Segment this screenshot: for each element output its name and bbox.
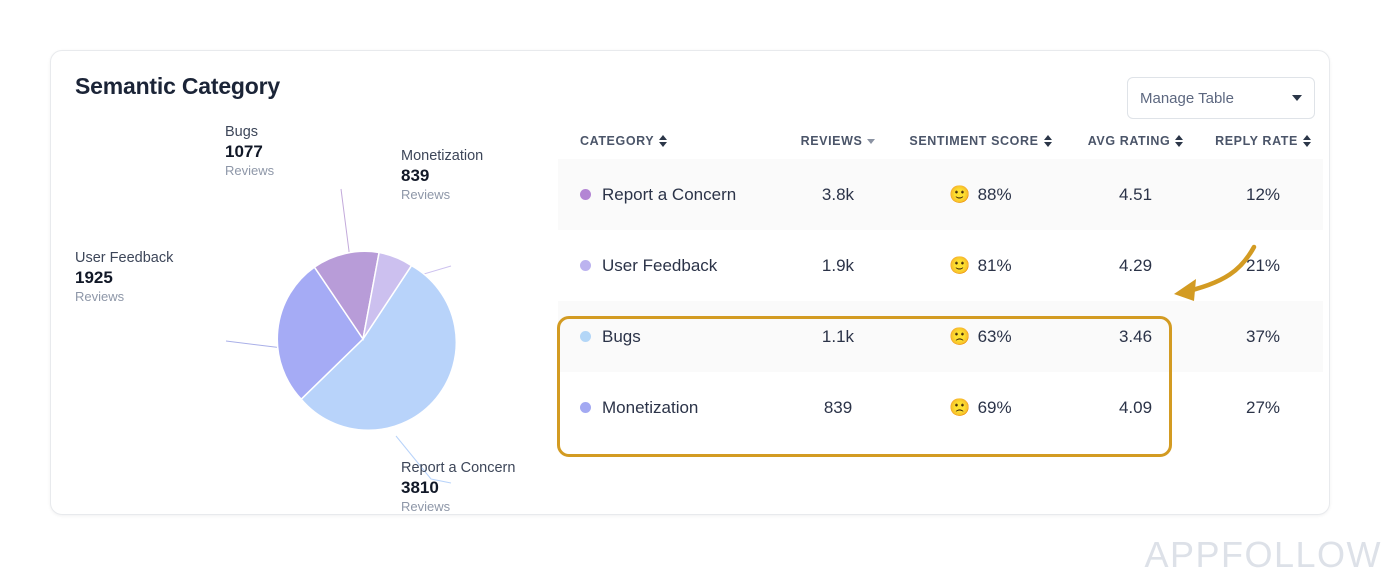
slightly-smiling-face-icon: 🙂: [949, 257, 970, 274]
sort-toggle-icon[interactable]: [1303, 135, 1311, 147]
avg-rating-value: 4.29: [1072, 256, 1199, 276]
page-title: Semantic Category: [75, 73, 280, 100]
pie-label-monetization-unit: Reviews: [401, 186, 483, 203]
table-row[interactable]: Report a Concern 3.8k 🙂 88% 4.51 12%: [558, 159, 1323, 230]
sort-descending-icon[interactable]: [867, 139, 875, 144]
pie-label-monetization-value: 839: [401, 165, 483, 186]
semantic-category-card: Semantic Category Manage Table: [50, 50, 1330, 515]
cell-avg-rating: 4.29: [1068, 256, 1203, 276]
pie-label-user-feedback-name: User Feedback: [75, 249, 173, 267]
pie-chart-svg: [51, 111, 561, 511]
reviews-value: 839: [787, 398, 889, 418]
reviews-value: 1.1k: [787, 327, 889, 347]
category-color-dot: [580, 331, 591, 342]
cell-sentiment-score: 🙁 63%: [893, 327, 1068, 347]
cell-sentiment-score: 🙂 88%: [893, 185, 1068, 205]
slightly-frowning-face-icon: 🙁: [949, 399, 970, 416]
cell-category: Report a Concern: [558, 185, 783, 205]
cell-avg-rating: 4.09: [1068, 398, 1203, 418]
cell-reply-rate: 37%: [1203, 327, 1323, 347]
table-header-row: CATEGORY REVIEWS SENTIMENT SCORE AVG RAT…: [558, 123, 1323, 159]
category-name: Bugs: [602, 327, 641, 347]
column-header-category-label: CATEGORY: [580, 134, 654, 148]
cell-avg-rating: 3.46: [1068, 327, 1203, 347]
sort-toggle-icon[interactable]: [1044, 135, 1052, 147]
avg-rating-value: 3.46: [1072, 327, 1199, 347]
cell-reply-rate: 21%: [1203, 256, 1323, 276]
avg-rating-value: 4.51: [1072, 185, 1199, 205]
sentiment-score-value: 81%: [978, 256, 1012, 276]
slightly-frowning-face-icon: 🙁: [949, 328, 970, 345]
pie-label-user-feedback-unit: Reviews: [75, 288, 173, 305]
column-header-avg-rating[interactable]: AVG RATING: [1068, 134, 1203, 148]
reviews-value: 3.8k: [787, 185, 889, 205]
cell-reply-rate: 12%: [1203, 185, 1323, 205]
cell-category: User Feedback: [558, 256, 783, 276]
reply-rate-value: 37%: [1207, 327, 1319, 347]
cell-sentiment-score: 🙁 69%: [893, 398, 1068, 418]
pie-label-report-a-concern-value: 3810: [401, 477, 515, 498]
pie-slices: [277, 251, 456, 430]
semantic-category-table: CATEGORY REVIEWS SENTIMENT SCORE AVG RAT…: [558, 123, 1323, 443]
column-header-category[interactable]: CATEGORY: [558, 134, 783, 148]
column-header-reply-rate-label: REPLY RATE: [1215, 134, 1298, 148]
pie-label-bugs-unit: Reviews: [225, 162, 274, 179]
cell-category: Bugs: [558, 327, 783, 347]
pie-label-monetization-name: Monetization: [401, 147, 483, 165]
category-name: Monetization: [602, 398, 698, 418]
sentiment-score-value: 63%: [978, 327, 1012, 347]
reviews-value: 1.9k: [787, 256, 889, 276]
appfollow-watermark: APPFOLLOW: [1144, 534, 1382, 576]
pie-label-bugs-name: Bugs: [225, 123, 274, 141]
chevron-down-icon: [1292, 95, 1302, 101]
table-row[interactable]: Monetization 839 🙁 69% 4.09 27%: [558, 372, 1323, 443]
sort-toggle-icon[interactable]: [659, 135, 667, 147]
slightly-smiling-face-icon: 🙂: [949, 186, 970, 203]
column-header-sentiment-score[interactable]: SENTIMENT SCORE: [893, 134, 1068, 148]
column-header-reviews[interactable]: REVIEWS: [783, 134, 893, 148]
pie-label-report-a-concern-name: Report a Concern: [401, 459, 515, 477]
cell-reviews: 839: [783, 398, 893, 418]
manage-table-label: Manage Table: [1140, 90, 1292, 107]
semantic-category-pie-chart: Bugs 1077 Reviews Monetization 839 Revie…: [51, 111, 561, 511]
category-name: Report a Concern: [602, 185, 736, 205]
pie-label-bugs: Bugs 1077 Reviews: [225, 123, 274, 179]
reply-rate-value: 27%: [1207, 398, 1319, 418]
sentiment-score-value: 69%: [978, 398, 1012, 418]
pie-label-user-feedback-value: 1925: [75, 267, 173, 288]
column-header-sentiment-score-label: SENTIMENT SCORE: [909, 134, 1038, 148]
pie-label-user-feedback: User Feedback 1925 Reviews: [75, 249, 173, 305]
pie-label-report-a-concern-unit: Reviews: [401, 498, 515, 515]
category-name: User Feedback: [602, 256, 717, 276]
category-color-dot: [580, 189, 591, 200]
cell-reply-rate: 27%: [1203, 398, 1323, 418]
manage-table-dropdown[interactable]: Manage Table: [1127, 77, 1315, 119]
cell-reviews: 1.1k: [783, 327, 893, 347]
cell-avg-rating: 4.51: [1068, 185, 1203, 205]
table-row[interactable]: User Feedback 1.9k 🙂 81% 4.29 21%: [558, 230, 1323, 301]
column-header-reviews-label: REVIEWS: [801, 134, 863, 148]
cell-reviews: 1.9k: [783, 256, 893, 276]
column-header-reply-rate[interactable]: REPLY RATE: [1203, 134, 1323, 148]
sort-toggle-icon[interactable]: [1175, 135, 1183, 147]
category-color-dot: [580, 260, 591, 271]
cell-category: Monetization: [558, 398, 783, 418]
pie-label-monetization: Monetization 839 Reviews: [401, 147, 483, 203]
table-row[interactable]: Bugs 1.1k 🙁 63% 3.46 37%: [558, 301, 1323, 372]
reply-rate-value: 12%: [1207, 185, 1319, 205]
pie-label-report-a-concern: Report a Concern 3810 Reviews: [401, 459, 515, 515]
cell-sentiment-score: 🙂 81%: [893, 256, 1068, 276]
avg-rating-value: 4.09: [1072, 398, 1199, 418]
column-header-avg-rating-label: AVG RATING: [1088, 134, 1171, 148]
pie-label-bugs-value: 1077: [225, 141, 274, 162]
sentiment-score-value: 88%: [978, 185, 1012, 205]
reply-rate-value: 21%: [1207, 256, 1319, 276]
category-color-dot: [580, 402, 591, 413]
cell-reviews: 3.8k: [783, 185, 893, 205]
